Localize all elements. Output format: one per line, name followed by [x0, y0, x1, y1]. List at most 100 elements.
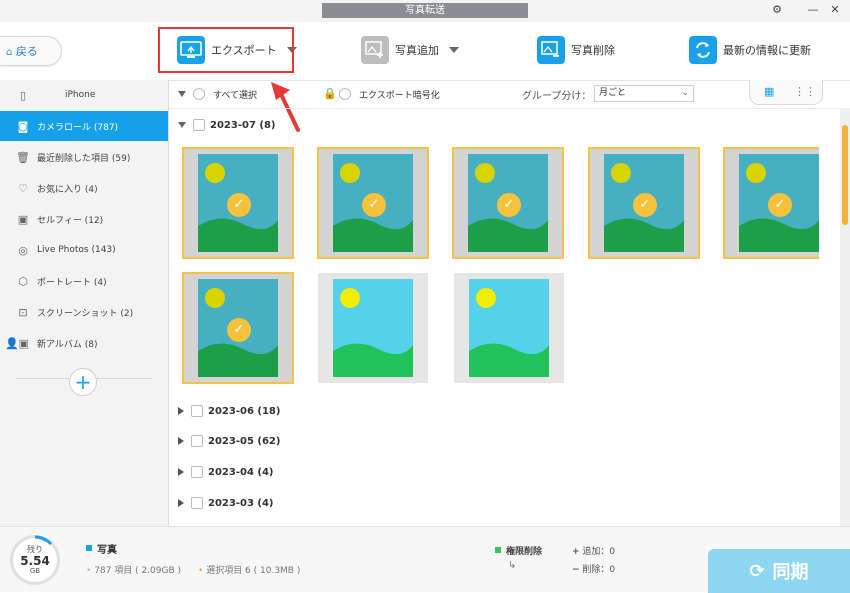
device-name: iPhone	[65, 90, 96, 100]
plus-icon: +	[74, 370, 92, 394]
select-all-label: すべて選択	[213, 91, 258, 101]
add-photo-button[interactable]: 写真追加	[361, 32, 459, 68]
plus-icon: +	[572, 547, 580, 557]
list-view-icon[interactable]: ⋮⋮	[794, 85, 816, 98]
expand-icon	[178, 499, 184, 507]
remove-count-label: 削除：0	[582, 565, 616, 575]
sidebar-item-new-album[interactable]: 👤▣ 新アルバム (8)	[0, 328, 168, 358]
view-toggle: ▦ ⋮⋮	[749, 80, 823, 105]
perm-delete-label: 権限削除	[506, 547, 543, 557]
settings-gear-icon[interactable]: ⚙	[768, 2, 786, 18]
sidebar-item-live-photos[interactable]: ◎ Live Photos (143)	[0, 235, 168, 265]
expand-icon	[178, 437, 184, 445]
back-button[interactable]: ⌂ 戻る	[0, 36, 62, 66]
sidebar-item-label: スクリーンショット (2)	[37, 308, 134, 319]
storage-gauge: 残り 5.54 GB	[10, 535, 60, 585]
device-header[interactable]: ▯ iPhone	[0, 80, 168, 110]
delete-photo-icon	[537, 36, 565, 64]
sidebar-item-selfies[interactable]: ▣ セルフィー (12)	[0, 204, 168, 234]
photo-thumbnail[interactable]: ✓	[182, 147, 294, 259]
category-label: 写真	[97, 545, 117, 556]
sidebar-item-label: お気に入り (4)	[37, 184, 98, 195]
group-checkbox[interactable]	[191, 497, 203, 509]
minimize-button[interactable]: —	[804, 2, 822, 18]
dot-icon: •	[86, 566, 92, 576]
total-info: • 787 項目 ( 2.09GB )	[86, 563, 181, 576]
check-icon: ✓	[227, 193, 251, 217]
portrait-icon: ▣	[17, 212, 29, 226]
group-header-2023-04[interactable]: 2023-04 (4)	[178, 464, 273, 480]
photo-thumbnail[interactable]: ✓	[317, 147, 429, 259]
add-photo-label: 写真追加	[395, 44, 439, 57]
chevron-down-icon[interactable]	[449, 47, 459, 53]
sync-icon: ⟳	[749, 560, 765, 582]
camera-icon: ◙	[17, 119, 29, 133]
group-label: 2023-06 (18)	[208, 405, 281, 417]
screenshot-icon: ⊡	[18, 305, 28, 319]
heart-icon: ♡	[18, 181, 28, 195]
photo-image	[333, 279, 413, 377]
total-count: 787 項目 ( 2.09GB )	[94, 566, 182, 576]
sidebar-item-favorites[interactable]: ♡ お気に入り (4)	[0, 173, 168, 203]
group-label: 2023-03 (4)	[208, 497, 274, 509]
collapse-all-icon[interactable]	[178, 91, 186, 97]
photo-thumbnail[interactable]	[318, 273, 428, 383]
check-icon: ✓	[362, 193, 386, 217]
check-icon: ✓	[227, 318, 251, 342]
refresh-icon	[689, 36, 717, 64]
select-all-checkbox[interactable]	[193, 88, 205, 100]
live-photo-icon: ◎	[18, 243, 28, 257]
photo-legend-swatch	[86, 545, 92, 551]
sidebar-item-screenshots[interactable]: ⊡ スクリーンショット (2)	[0, 297, 168, 327]
check-icon: ✓	[768, 193, 792, 217]
group-header-2023-05[interactable]: 2023-05 (62)	[178, 433, 280, 449]
dot-icon: •	[198, 566, 204, 576]
photo-image	[469, 279, 549, 377]
expand-icon	[178, 122, 186, 128]
group-checkbox[interactable]	[193, 119, 205, 131]
group-header-2023-03[interactable]: 2023-03 (4)	[178, 495, 273, 511]
photo-thumbnail[interactable]: ✓	[182, 272, 294, 384]
arrow-return-icon: ↳	[508, 560, 517, 571]
group-checkbox[interactable]	[191, 466, 203, 478]
minus-icon: −	[572, 565, 580, 575]
storage-ring	[34, 535, 53, 546]
expand-icon	[178, 407, 184, 415]
group-header-2023-06[interactable]: 2023-06 (18)	[178, 403, 280, 419]
sidebar-item-recently-deleted[interactable]: 🗑 最近削除した項目 (59)	[0, 142, 168, 172]
photo-thumbnail[interactable]: ✓	[723, 147, 819, 259]
title-bar: 写真転送 ⚙ — ✕	[0, 0, 850, 23]
sidebar-item-label: Live Photos (143)	[37, 245, 116, 255]
group-by-select[interactable]: 月ごと ⌄	[594, 85, 694, 102]
delete-photo-label: 写真削除	[571, 44, 615, 57]
group-by-value: 月ごと	[599, 88, 627, 98]
toolbar: ⌂ 戻る エクスポート 写真追加 写真削除 最新の情報に更新	[0, 22, 850, 81]
photo-thumbnail[interactable]: ✓	[588, 147, 700, 259]
perm-delete-swatch	[495, 547, 501, 553]
close-button[interactable]: ✕	[826, 2, 844, 18]
add-album-button[interactable]: +	[69, 368, 97, 396]
refresh-button[interactable]: 最新の情報に更新	[689, 32, 811, 68]
sidebar-item-camera-roll[interactable]: ◙ カメラロール (787)	[0, 111, 168, 141]
status-bar: 残り 5.54 GB 写真 • 787 項目 ( 2.09GB ) • 選択項目…	[0, 526, 850, 593]
trash-icon: 🗑	[16, 150, 30, 164]
sync-button[interactable]: ⟳ 同期	[708, 549, 850, 593]
group-header-2023-07[interactable]: 2023-07 (8)	[178, 117, 275, 133]
photo-thumbnail[interactable]	[454, 273, 564, 383]
photo-thumbnail[interactable]: ✓	[452, 147, 564, 259]
sidebar-item-portrait[interactable]: ⬡ ポートレート (4)	[0, 266, 168, 296]
group-checkbox[interactable]	[191, 435, 203, 447]
lock-icon: 🔒	[323, 87, 337, 100]
group-checkbox[interactable]	[191, 405, 203, 417]
refresh-label: 最新の情報に更新	[723, 44, 811, 57]
scrollbar-thumb[interactable]	[842, 125, 848, 225]
encrypt-checkbox[interactable]	[339, 88, 351, 100]
grid-view-icon[interactable]: ▦	[764, 85, 774, 98]
remove-count: − 削除：0	[572, 562, 615, 575]
group-label: 2023-04 (4)	[208, 466, 274, 478]
encrypt-label: エクスポート暗号化	[359, 91, 440, 101]
sidebar-item-label: セルフィー (12)	[37, 215, 104, 226]
delete-photo-button[interactable]: 写真削除	[537, 32, 615, 68]
filter-bar: すべて選択 🔒 エクスポート暗号化 グループ分け： 月ごと ⌄ ▦ ⋮⋮	[169, 80, 850, 109]
sync-label: 同期	[772, 562, 809, 583]
